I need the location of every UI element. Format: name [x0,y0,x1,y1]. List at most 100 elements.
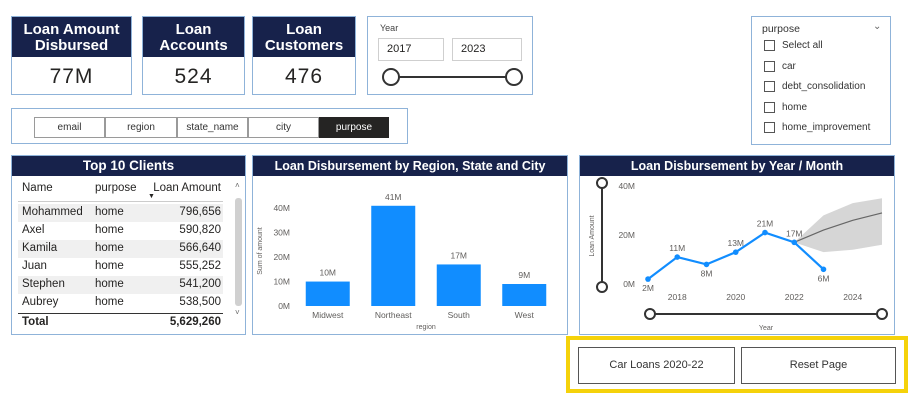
year-slider-track[interactable] [390,76,514,78]
reset-page-button[interactable]: Reset Page [741,347,896,384]
data-label: 2M [642,283,654,293]
table-row[interactable]: Axel home 590,820 [18,222,223,240]
purpose-option[interactable]: Select all [764,40,823,51]
year-end-input[interactable]: 2023 [452,38,522,61]
data-label: 17M [786,228,803,238]
bar-northeast [371,205,416,306]
kpi-title: Loan Amount Disbursed [12,17,131,57]
x-tick-label: Northeast [375,310,412,320]
data-label: 10M [319,268,336,278]
table-row[interactable]: Aubrey home 538,500 [18,294,223,312]
purpose-option[interactable]: car [764,61,796,72]
data-point [820,266,827,273]
year-start-input[interactable]: 2017 [378,38,444,61]
x-tick-label: 2018 [668,292,687,302]
region-bar-chart: Loan Disbursement by Region, State and C… [252,155,568,335]
field-button-region[interactable]: region [105,117,177,138]
y-axis-label: Sum of amount [257,227,264,275]
year-slider-end-handle[interactable] [505,68,523,86]
x-tick-label: South [448,310,470,320]
table-row[interactable]: Juan home 555,252 [18,258,223,276]
x-tick-label: West [515,310,535,320]
data-point [762,229,768,236]
data-point [674,254,681,260]
y-tick-label: 10M [273,277,290,287]
kpi-title-line2: Accounts [159,36,228,54]
y-zoom-bottom-handle [596,281,608,293]
data-label: 6M [818,273,830,283]
table-scrollbar[interactable]: ˄ ˅ [234,180,244,320]
kpi-title-line2: Disbursed [34,36,109,54]
chart-title: Loan Disbursement by Region, State and C… [253,156,567,176]
table-row[interactable]: Mohammed home 796,656 [18,204,223,222]
purpose-option-label: Select all [782,40,823,51]
y-tick-label: 0M [278,301,290,311]
column-header-name[interactable]: Name [22,182,53,194]
scroll-up-icon[interactable]: ˄ [235,181,240,190]
y-tick-label: 20M [273,252,290,262]
purpose-option[interactable]: debt_consolidation [764,81,865,92]
bar-midwest [305,281,350,306]
checkbox-icon[interactable] [764,122,775,133]
table-title: Top 10 Clients [12,156,245,176]
year-slider-start-handle[interactable] [382,68,400,86]
field-button-email[interactable]: email [34,117,105,138]
data-label: 41M [385,192,402,202]
y-tick-label: 20M [618,230,635,240]
x-tick-label: 2022 [785,292,804,302]
field-button-purpose[interactable]: purpose [319,117,389,138]
y-axis-label: Loan Amount [589,215,596,256]
column-header-purpose[interactable]: purpose [95,182,137,194]
column-header-amount[interactable]: Loan Amount [153,182,221,194]
year-slicer: Year 2017 2023 [367,16,533,95]
data-label: 13M [727,238,744,248]
purpose-option-label: home [782,102,808,113]
year-line-chart: Loan Disbursement by Year / Month 0M 20M 4… [579,155,895,335]
data-label: 9M [518,270,530,280]
x-axis-label: Year [759,325,774,332]
x-tick-label: Midwest [312,310,344,320]
y-tick-label: 40M [618,181,635,191]
table-row[interactable]: Stephen home 541,200 [18,276,223,294]
y-tick-label: 0M [623,279,635,289]
kpi-title: Loan Accounts [143,17,244,57]
checkbox-icon[interactable] [764,81,775,92]
data-label: 21M [757,219,774,229]
purpose-slicer-title: purpose [762,23,800,35]
x-zoom-start-handle [644,308,656,320]
scroll-down-icon[interactable]: ˅ [235,308,240,317]
kpi-card-accounts: Loan Accounts 524 [142,16,245,95]
field-button-state-name[interactable]: state_name [177,117,248,138]
data-label: 17M [450,250,467,260]
data-point [732,249,739,255]
kpi-title: Loan Customers [253,17,355,57]
sort-descending-icon[interactable]: ▼ [148,193,155,200]
bar-chart-svg: 0M 10M 20M 30M 40M Sum of amount 10M Midwest 41M… [257,192,547,331]
kpi-value: 77M [49,65,94,88]
checkbox-icon[interactable] [764,102,775,113]
data-point [791,239,798,246]
x-axis-label: region [416,324,436,331]
field-button-city[interactable]: city [248,117,319,138]
chevron-down-icon[interactable]: ⌄ [873,21,881,32]
table-row[interactable]: Kamila home 566,640 [18,240,223,258]
kpi-title-line1: Loan Amount [23,20,120,38]
purpose-option-label: home_improvement [782,122,871,133]
y-zoom-top-handle [596,177,608,189]
car-loans-button[interactable]: Car Loans 2020-22 [578,347,735,384]
kpi-value: 476 [284,65,324,88]
data-label: 11M [669,243,685,253]
checkbox-icon[interactable] [764,61,775,72]
x-zoom-end-handle [876,308,888,320]
table-header: Name purpose Loan Amount [18,180,223,200]
total-value: 5,629,260 [169,316,221,328]
purpose-option[interactable]: home [764,102,807,113]
scrollbar-thumb[interactable] [235,198,242,306]
checkbox-icon[interactable] [764,40,775,51]
total-label: Total [22,316,49,328]
line-chart-svg: 0M 20M 40M Loan Amount 2M 11M 8M 13M 21M 17M 6M 201… [589,177,888,332]
purpose-option-label: car [782,61,796,72]
purpose-option[interactable]: home_improvement [764,122,870,133]
purpose-option-label: debt_consolidation [782,81,866,92]
bar-south [436,264,481,306]
